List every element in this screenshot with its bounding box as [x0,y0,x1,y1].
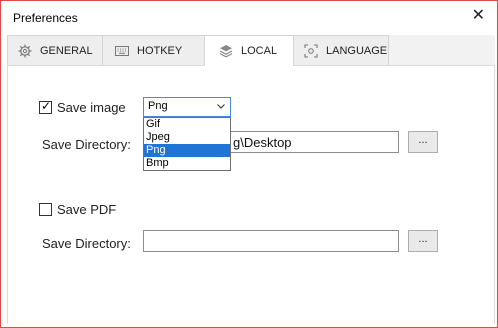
tab-general-label: GENERAL [40,44,93,57]
format-option-jpeg[interactable]: Jpeg [144,131,230,144]
tab-general[interactable]: GENERAL [7,35,103,65]
image-format-select[interactable]: Png [143,97,231,117]
image-format-value: Png [148,100,168,112]
local-tab-panel: ✓ Save image Png Save Directory: g\Deskt… [7,66,495,324]
save-pdf-label: Save PDF [57,202,117,217]
save-image-browse-button[interactable]: ... [408,131,438,153]
title-bar: Preferences ✕ [1,1,497,33]
save-image-directory-label: Save Directory: [42,137,131,152]
tab-language-label: LANGUAGE [326,44,388,57]
format-option-bmp[interactable]: Bmp [144,157,230,170]
format-option-png[interactable]: Png [144,144,230,157]
window-title: Preferences [13,11,78,25]
save-image-directory-value: g\Desktop [233,135,292,150]
check-icon: ✓ [41,99,52,113]
format-option-gif[interactable]: Gif [144,118,230,131]
image-format-dropdown-list: Gif Jpeg Png Bmp [143,117,231,171]
close-icon[interactable]: ✕ [472,7,485,25]
language-icon [304,43,318,58]
save-image-checkbox[interactable]: ✓ [39,99,52,114]
tab-hotkey[interactable]: HOTKEY [102,35,205,65]
preferences-window: Preferences ✕ GENERAL HOTKEY LOCAL LANGU… [0,0,498,328]
layers-icon [219,44,233,58]
save-pdf-checkbox[interactable] [39,203,52,216]
tab-language[interactable]: LANGUAGE [293,35,389,65]
keyboard-icon [115,44,129,58]
save-pdf-browse-button[interactable]: ... [408,230,438,252]
save-pdf-directory-field[interactable] [143,230,399,252]
save-pdf-directory-label: Save Directory: [42,236,131,251]
tab-local[interactable]: LOCAL [204,35,294,66]
tab-local-label: LOCAL [241,45,278,57]
chevron-down-icon [216,101,226,111]
save-image-label: Save image [57,100,126,115]
tab-hotkey-label: HOTKEY [137,44,183,57]
tab-bar: GENERAL HOTKEY LOCAL LANGUAGE [7,35,495,66]
gear-icon [18,44,32,58]
